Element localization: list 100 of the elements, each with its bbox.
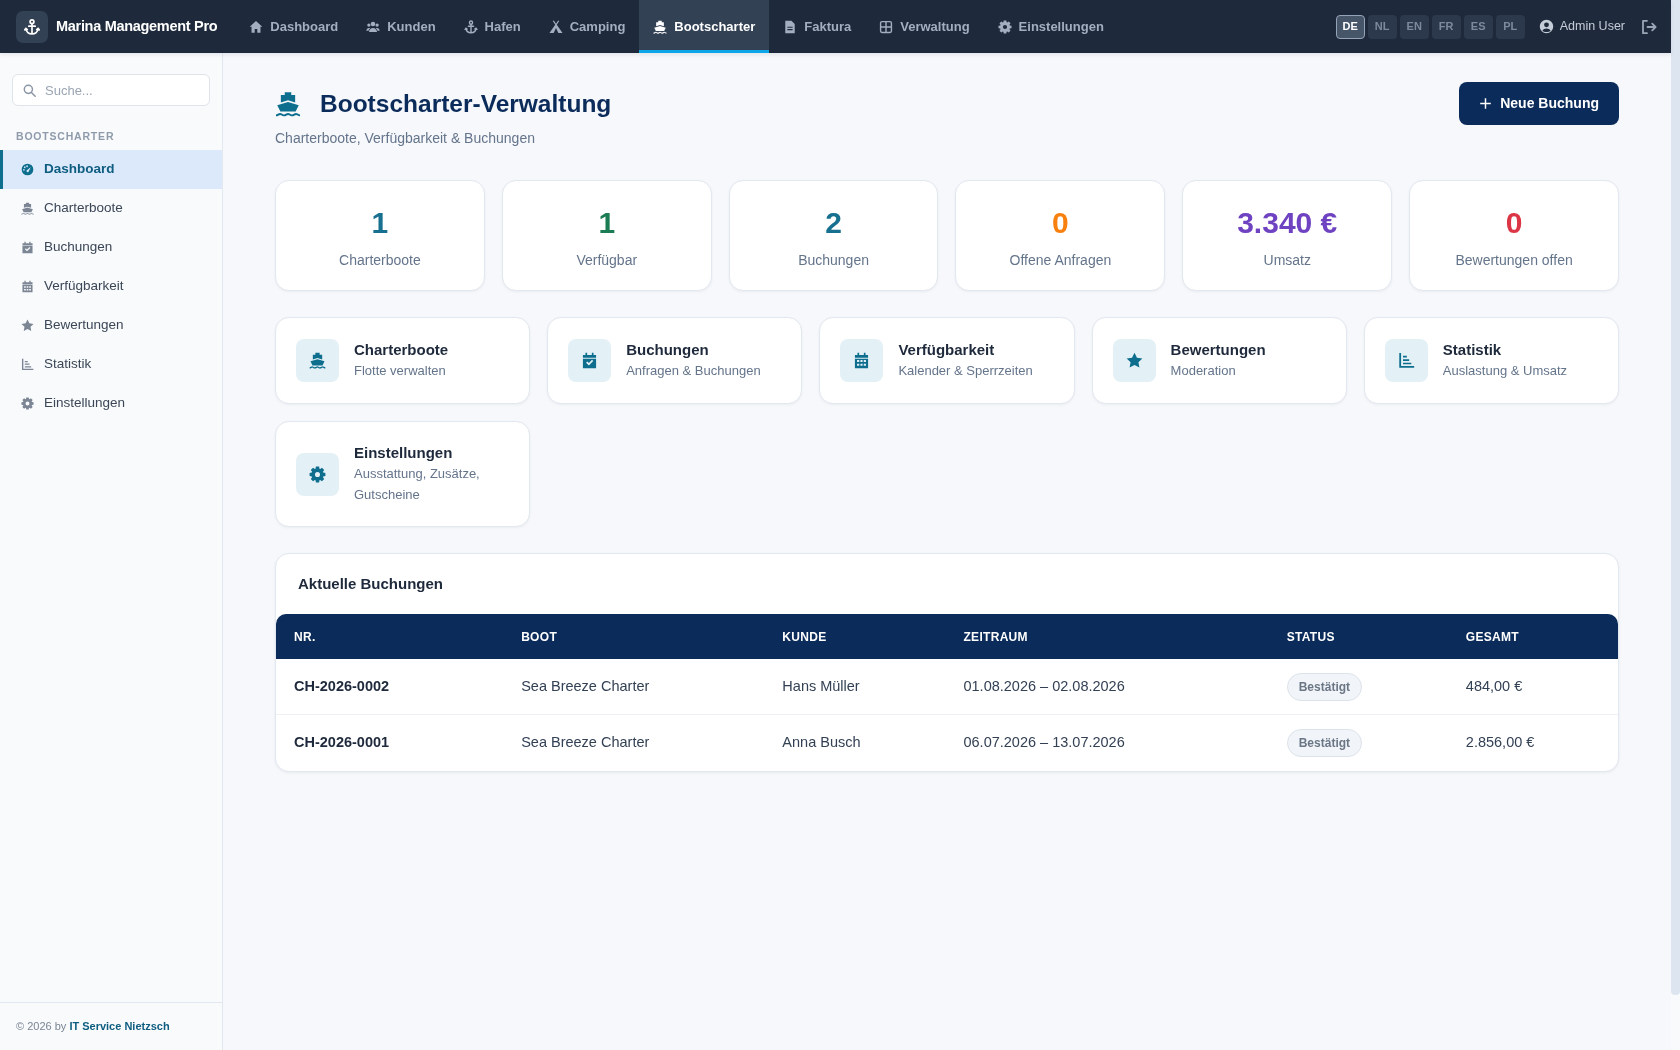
shortcut-description: Auslastung & Umsatz — [1442, 362, 1568, 380]
sidebar-item[interactable]: Statistik — [0, 345, 222, 384]
shortcut-title: Charterboote — [354, 340, 449, 360]
column-header: NR. — [276, 614, 504, 659]
nav-tab[interactable]: Camping — [534, 0, 640, 53]
shortcut-description: Moderation — [1170, 362, 1237, 380]
table-cell: CH-2026-0002 — [276, 659, 504, 715]
table-cell-text: CH-2026-0001 — [293, 733, 391, 753]
nav-tab[interactable]: Dashboard — [235, 0, 353, 53]
section-heading: BOOTSCHARTER — [15, 130, 116, 143]
scrollbar-thumb[interactable] — [1671, 0, 1680, 995]
table-cell-text: 2.856,00 € — [1464, 733, 1536, 753]
user-menu[interactable]: Admin User — [1538, 0, 1625, 53]
table-cell-text: Anna Busch — [781, 733, 862, 753]
stat-value: 3.340 € — [1237, 205, 1338, 241]
calendar-check-icon — [568, 339, 612, 382]
sidebar-item[interactable]: Buchungen — [0, 228, 222, 267]
shortcut-card[interactable]: Einstellungen Ausstattung, Zusätze, Gutscheine — [275, 421, 531, 527]
ship-icon — [653, 19, 668, 34]
shortcut-card[interactable]: Bewertungen Moderation — [1091, 317, 1347, 404]
table-cell-text: 06.07.2026 – 13.07.2026 — [962, 733, 1126, 753]
stat-label: Verfügbar — [576, 251, 638, 270]
stat-label: Charterboote — [339, 251, 421, 270]
shortcut-card[interactable]: Statistik Auslastung & Umsatz — [1363, 317, 1619, 404]
sidebar-item[interactable]: Charterboote — [0, 189, 222, 228]
shortcut-card[interactable]: Verfügbarkeit Kalender & Sperrzeiten — [819, 317, 1075, 404]
gauge-icon — [21, 163, 34, 176]
document-icon — [783, 19, 798, 34]
logout-icon[interactable] — [1641, 18, 1657, 35]
nav-tab[interactable]: Verwaltung — [865, 0, 984, 53]
shortcut-title: Bewertungen — [1170, 340, 1266, 360]
footer-text: © 2026 by IT Service Nietzsch — [16, 1019, 170, 1035]
stat-value: 1 — [598, 205, 616, 241]
gear-icon — [997, 19, 1012, 34]
table-cell: Hans Müller — [764, 659, 946, 715]
table-cell: Sea Breeze Charter — [503, 659, 765, 715]
shortcut-title: Statistik — [1442, 340, 1503, 360]
ship-icon — [296, 339, 339, 382]
bar-chart-icon — [1384, 339, 1428, 382]
status-badge: Bestätigt — [1286, 729, 1363, 757]
shortcut-description: Kalender & Sperrzeiten — [898, 362, 1033, 380]
shortcut-title: Buchungen — [626, 340, 710, 360]
shortcut-title: Einstellungen — [354, 443, 454, 463]
shortcut-title: Verfügbarkeit — [898, 340, 996, 360]
calendar-icon — [21, 280, 34, 293]
shortcut-description: Anfragen & Buchungen — [626, 362, 761, 380]
search-field[interactable]: Suche... — [12, 74, 210, 106]
people-icon — [366, 19, 381, 34]
card-title: Aktuelle Buchungen — [298, 575, 443, 593]
sidebar-item[interactable]: Bewertungen — [0, 306, 222, 345]
stat-value: 0 — [1052, 205, 1069, 241]
plus-icon — [1479, 97, 1493, 110]
footer-link[interactable]: IT Service Nietzsch — [69, 1020, 170, 1033]
nav-tab[interactable]: Einstellungen — [983, 0, 1118, 53]
calendar-icon — [840, 339, 884, 382]
brand-name: Marina Management Pro — [56, 16, 218, 36]
column-header: ZEITRAUM — [945, 614, 1269, 659]
stat-label: Buchungen — [798, 251, 869, 270]
shortcut-card[interactable]: Buchungen Anfragen & Buchungen — [547, 317, 803, 404]
column-header: BOOT — [503, 614, 765, 659]
bar-chart-icon — [21, 358, 34, 371]
calendar-check-icon — [21, 241, 34, 254]
stat-value: 2 — [825, 205, 842, 241]
table-cell: 484,00 € — [1447, 659, 1618, 715]
stat-label: Umsatz — [1263, 251, 1311, 270]
stat-value: 1 — [371, 205, 389, 241]
user-icon — [1538, 19, 1554, 34]
column-header: GESAMT — [1447, 614, 1618, 659]
language-button[interactable]: DE — [1335, 14, 1365, 39]
star-icon — [21, 319, 34, 332]
stat-value: 0 — [1505, 205, 1523, 241]
new-booking-button[interactable]: Neue Buchung — [1459, 82, 1619, 125]
sidebar-item[interactable]: Einstellungen — [0, 384, 222, 423]
shortcut-description: Flotte verwalten — [354, 362, 447, 380]
house-icon — [249, 19, 264, 34]
nav-tab[interactable]: Hafen — [449, 0, 535, 53]
search-icon — [23, 84, 36, 97]
gear-icon — [296, 452, 339, 496]
column-header: STATUS — [1268, 614, 1448, 659]
sidebar-item[interactable]: Verfügbarkeit — [0, 267, 222, 306]
nav-tab[interactable]: Faktura — [769, 0, 866, 53]
tent-icon — [548, 19, 563, 34]
gear-icon — [21, 397, 34, 410]
column-header: KUNDE — [764, 614, 946, 659]
page-subtitle: Charterboote, Verfügbarkeit & Buchungen — [275, 129, 536, 148]
anchor-icon — [16, 10, 48, 43]
nav-tab[interactable]: Kunden — [352, 0, 450, 53]
stat-label: Bewertungen offen — [1455, 251, 1573, 270]
table-cell: 01.08.2026 – 02.08.2026 — [945, 659, 1269, 715]
ship-icon — [21, 202, 34, 215]
grid-icon — [879, 19, 894, 34]
shortcut-description: Ausstattung, Zusätze, Gutscheine — [354, 465, 481, 504]
nav-tab[interactable]: Bootscharter — [639, 0, 770, 53]
status-badge: Bestätigt — [1286, 672, 1363, 701]
anchor-icon — [463, 19, 478, 34]
sidebar-item[interactable]: Dashboard — [0, 150, 222, 189]
table-cell-text: Sea Breeze Charter — [520, 733, 651, 753]
page-title: Bootscharter-Verwaltung — [320, 88, 612, 119]
stat-label: Offene Anfragen — [1009, 251, 1112, 270]
shortcut-card[interactable]: Charterboote Flotte verwalten — [275, 317, 531, 404]
